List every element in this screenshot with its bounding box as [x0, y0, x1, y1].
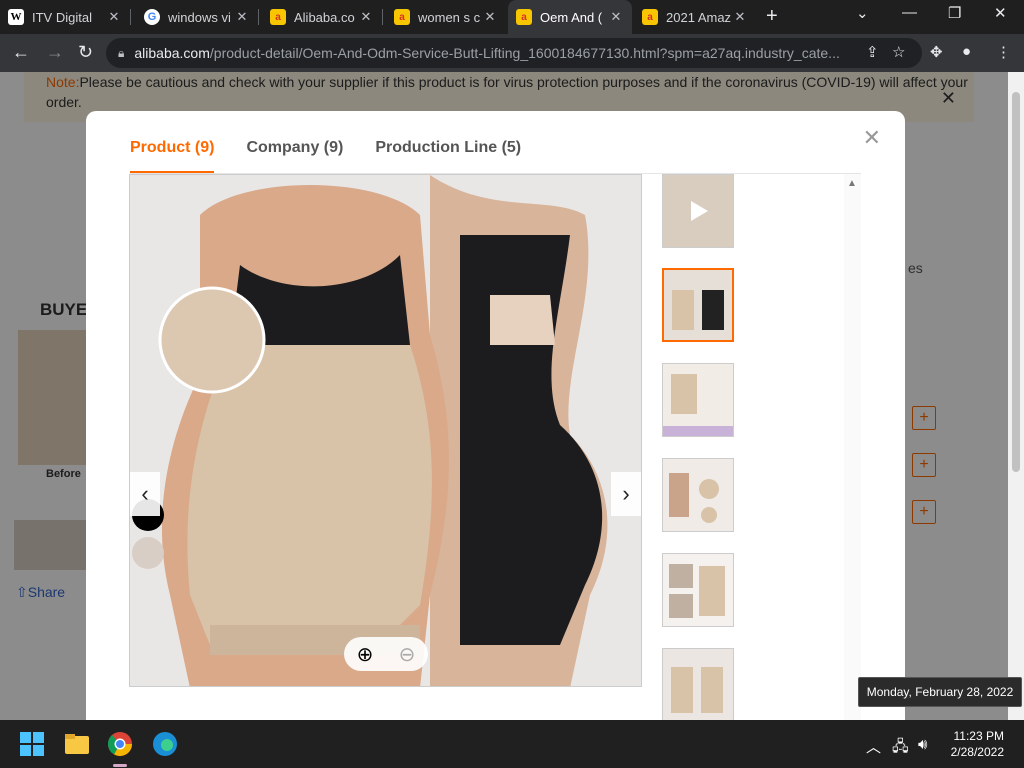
- network-icon[interactable]: 🖧︎: [892, 736, 909, 761]
- chrome-logo: [107, 732, 132, 757]
- product-photo: [130, 175, 641, 686]
- tab-title: women s c: [418, 9, 481, 25]
- close-modal-icon[interactable]: ✕: [863, 125, 881, 151]
- thumbnail-image: [664, 270, 732, 340]
- windows-logo: [20, 732, 44, 756]
- clock-time: 11:23 PM: [953, 729, 1004, 743]
- browser-toolbar: ← → ↻ 🔒︎ alibaba.com/product-detail/Oem-…: [0, 34, 1024, 72]
- extensions-icon[interactable]: ✥: [930, 43, 943, 61]
- chrome-icon[interactable]: [106, 730, 134, 758]
- forward-icon[interactable]: →: [46, 42, 64, 63]
- file-explorer-icon[interactable]: [63, 730, 91, 758]
- volume-icon[interactable]: 🔊︎: [918, 736, 927, 753]
- tab-itv-digital[interactable]: W ITV Digital ✕: [0, 0, 131, 34]
- url-path: /product-detail/Oem-And-Odm-Service-Butt…: [209, 45, 840, 61]
- play-icon: [663, 175, 733, 247]
- close-tab-icon[interactable]: ✕: [482, 9, 498, 25]
- browser-tab-bar: W ITV Digital ✕ G windows vi ✕ a Alibaba…: [0, 0, 1024, 34]
- lock-icon[interactable]: 🔒︎: [118, 46, 124, 61]
- profile-icon[interactable]: ●: [962, 43, 971, 60]
- tab-search-icon[interactable]: ⌄: [856, 4, 869, 22]
- windows-taskbar: ︿ 🖧︎ 🔊︎ 11:23 PM 2/28/2022: [0, 720, 1024, 768]
- thumbnail-image: [663, 649, 733, 721]
- tab-alibaba[interactable]: a Alibaba.co ✕: [262, 0, 383, 34]
- active-app-indicator: [113, 764, 127, 767]
- show-hidden-icons[interactable]: ︿: [866, 736, 881, 757]
- tab-title: 2021 Amaz: [666, 9, 732, 25]
- tab-oem-active[interactable]: a Oem And ( ✕: [508, 0, 632, 34]
- tab-title: Oem And (: [540, 9, 603, 25]
- url-text[interactable]: alibaba.com/product-detail/Oem-And-Odm-S…: [134, 45, 854, 61]
- menu-icon[interactable]: ⋮: [996, 43, 1011, 61]
- reload-icon[interactable]: ↻: [78, 42, 93, 63]
- thumbnail-image: [663, 364, 733, 436]
- video-thumbnail[interactable]: [662, 174, 734, 248]
- thumbnail-selected[interactable]: [662, 268, 734, 342]
- wikipedia-favicon-icon: W: [8, 9, 24, 25]
- thumbnail-image: [663, 554, 733, 626]
- new-tab-icon[interactable]: +: [766, 5, 778, 28]
- zoom-in-icon[interactable]: ⊕: [357, 642, 374, 667]
- folder-shape: [65, 734, 89, 754]
- date-tooltip: Monday, February 28, 2022: [858, 677, 1022, 707]
- thumbnail[interactable]: [662, 648, 734, 722]
- alibaba-favicon-icon: a: [394, 9, 410, 25]
- close-tab-icon[interactable]: ✕: [234, 9, 250, 25]
- tab-production-line[interactable]: Production Line (5): [375, 139, 521, 173]
- thumbnail[interactable]: [662, 553, 734, 627]
- tab-title: ITV Digital: [32, 9, 92, 25]
- previous-image-button[interactable]: ‹: [130, 472, 160, 516]
- zoom-out-icon[interactable]: ⊖: [399, 642, 416, 667]
- google-favicon-icon: G: [144, 9, 160, 25]
- thumbnail[interactable]: [662, 363, 734, 437]
- modal-tabs: Product (9) Company (9) Production Line …: [130, 139, 553, 173]
- tab-amazon[interactable]: a 2021 Amaz ✕: [634, 0, 756, 34]
- thumbnail-image: [663, 459, 733, 531]
- url-domain: alibaba.com: [134, 45, 210, 61]
- share-icon[interactable]: ⇪: [866, 43, 879, 61]
- edge-logo: [153, 732, 177, 756]
- windows-start-icon[interactable]: [18, 730, 46, 758]
- thumbnail-column: [662, 174, 736, 722]
- close-tab-icon[interactable]: ✕: [358, 9, 374, 25]
- minimize-icon[interactable]: —: [902, 4, 917, 21]
- tab-product[interactable]: Product (9): [130, 139, 215, 173]
- close-tab-icon[interactable]: ✕: [106, 9, 122, 25]
- alibaba-favicon-icon: a: [516, 9, 532, 25]
- edge-icon[interactable]: [151, 730, 179, 758]
- scrollbar-thumb[interactable]: [1012, 92, 1020, 472]
- page-scrollbar[interactable]: [1008, 72, 1024, 720]
- restore-icon[interactable]: ❐: [948, 4, 961, 22]
- main-product-image[interactable]: ‹ › ⊕ ⊖: [129, 174, 642, 687]
- tab-windows[interactable]: G windows vi ✕: [136, 0, 259, 34]
- media-viewer-modal: Product (9) Company (9) Production Line …: [86, 111, 905, 722]
- tab-title: Alibaba.co: [294, 9, 355, 25]
- system-clock[interactable]: 11:23 PM 2/28/2022: [951, 728, 1004, 760]
- zoom-controls: ⊕ ⊖: [344, 637, 428, 671]
- back-icon[interactable]: ←: [12, 42, 30, 63]
- thumbnail-scrollbar[interactable]: ▲: [844, 174, 861, 720]
- alibaba-favicon-icon: a: [642, 9, 658, 25]
- close-tab-icon[interactable]: ✕: [732, 9, 748, 25]
- thumbnail[interactable]: [662, 458, 734, 532]
- clock-date: 2/28/2022: [950, 745, 1004, 759]
- tab-company[interactable]: Company (9): [246, 139, 343, 173]
- bookmark-star-icon[interactable]: ☆: [892, 43, 905, 61]
- close-window-icon[interactable]: ✕: [994, 4, 1007, 22]
- scroll-up-icon[interactable]: ▲: [847, 178, 857, 189]
- address-bar[interactable]: 🔒︎ alibaba.com/product-detail/Oem-And-Od…: [106, 38, 922, 68]
- tab-women[interactable]: a women s c ✕: [386, 0, 506, 34]
- next-image-button[interactable]: ›: [611, 472, 641, 516]
- alibaba-favicon-icon: a: [270, 9, 286, 25]
- tab-title: windows vi: [168, 9, 231, 25]
- close-tab-icon[interactable]: ✕: [608, 9, 624, 25]
